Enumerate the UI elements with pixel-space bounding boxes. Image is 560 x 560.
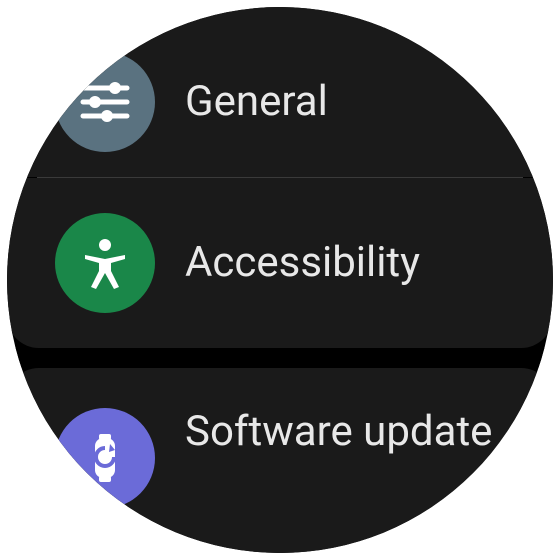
settings-item-software-update[interactable]: Software update [7, 368, 553, 553]
watch-face: General Accessibility [7, 7, 553, 553]
sliders-icon [55, 52, 155, 152]
settings-item-label: Software update [185, 408, 492, 456]
accessibility-icon [55, 213, 155, 313]
settings-list: General Accessibility [7, 7, 553, 553]
settings-item-general[interactable]: General [7, 7, 553, 177]
settings-item-label: General [185, 78, 328, 126]
settings-item-accessibility[interactable]: Accessibility [7, 178, 553, 348]
settings-item-label: Accessibility [185, 239, 420, 287]
list-gap [7, 348, 553, 368]
software-update-icon [55, 408, 155, 508]
